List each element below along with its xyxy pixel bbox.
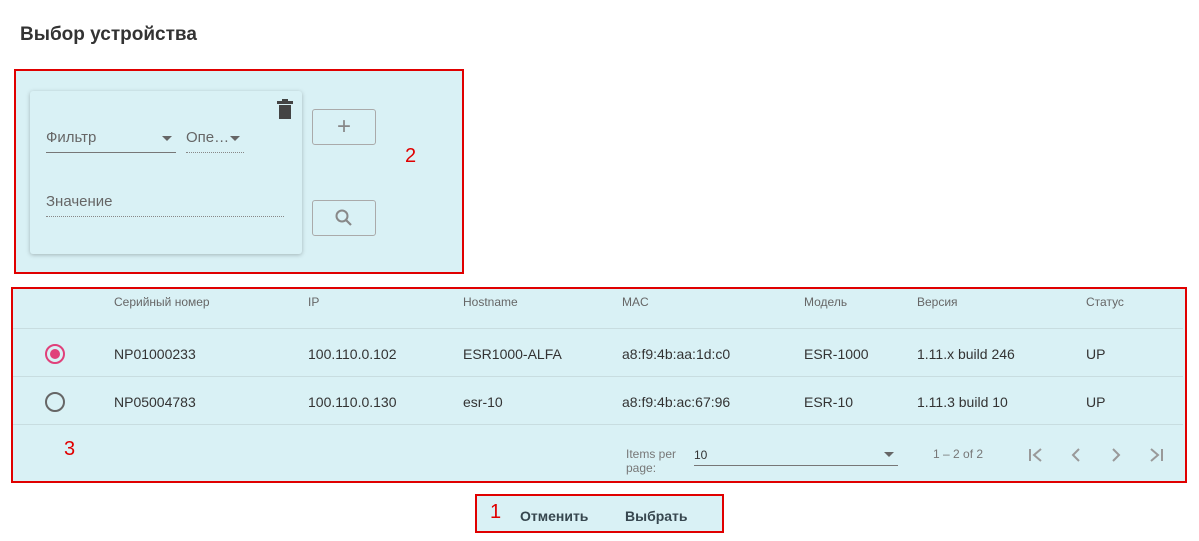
- first-page-icon: [1029, 448, 1042, 462]
- cell-serial: NP05004783: [114, 394, 196, 410]
- cell-hostname: esr-10: [463, 394, 503, 410]
- plus-icon: +: [336, 113, 351, 140]
- row-radio[interactable]: [45, 392, 65, 412]
- column-header-ip[interactable]: IP: [308, 295, 319, 309]
- cell-hostname: ESR1000-ALFA: [463, 346, 562, 362]
- next-page-button[interactable]: [1104, 443, 1128, 467]
- chevron-down-icon: [230, 136, 240, 141]
- cell-version: 1.11.x build 246: [917, 346, 1015, 362]
- annotation-2: 2: [405, 145, 417, 167]
- first-page-button[interactable]: [1024, 443, 1048, 467]
- last-page-icon: [1150, 448, 1163, 462]
- filter-region: Фильтр Опе… Значение +: [14, 69, 464, 274]
- row-divider: [13, 376, 1183, 377]
- column-header-status[interactable]: Статус: [1086, 295, 1124, 309]
- previous-page-button[interactable]: [1064, 443, 1088, 467]
- header-divider: [13, 328, 1183, 329]
- filter-select[interactable]: Фильтр: [46, 127, 176, 153]
- column-header-mac[interactable]: MAC: [622, 295, 649, 309]
- cell-model: ESR-10: [804, 394, 854, 410]
- row-divider: [13, 424, 1183, 425]
- cancel-button[interactable]: Отменить: [520, 508, 588, 524]
- value-input-placeholder: Значение: [46, 193, 113, 210]
- chevron-down-icon: [162, 136, 172, 141]
- column-header-hostname[interactable]: Hostname: [463, 295, 518, 309]
- cell-mac: a8:f9:4b:aa:1d:c0: [622, 346, 731, 362]
- filter-card: Фильтр Опе… Значение: [30, 91, 302, 254]
- operator-select[interactable]: Опе…: [186, 127, 244, 153]
- annotation-3: 3: [64, 438, 76, 460]
- items-per-page-label: Items per page:: [626, 447, 677, 475]
- trash-icon[interactable]: [276, 99, 294, 119]
- device-selection-page: Выбор устройства Фильтр Опе… Значение + …: [0, 0, 1199, 541]
- cell-serial: NP01000233: [114, 346, 196, 362]
- column-header-serial[interactable]: Серийный номер: [114, 295, 210, 309]
- cell-ip: 100.110.0.130: [308, 394, 397, 410]
- items-per-page-select[interactable]: 10: [694, 446, 898, 466]
- search-button[interactable]: [312, 200, 376, 236]
- operator-select-label: Опе…: [186, 129, 230, 146]
- column-header-model[interactable]: Модель: [804, 295, 847, 309]
- annotation-1: 1: [490, 501, 502, 523]
- items-per-page-value: 10: [694, 448, 708, 462]
- search-icon: [335, 209, 352, 226]
- chevron-down-icon: [884, 452, 894, 457]
- dialog-actions: 1 Отменить Выбрать: [475, 494, 724, 533]
- last-page-button[interactable]: [1144, 443, 1168, 467]
- cell-version: 1.11.3 build 10: [917, 394, 1008, 410]
- chevron-left-icon: [1071, 448, 1080, 462]
- cell-model: ESR-1000: [804, 346, 869, 362]
- select-button[interactable]: Выбрать: [625, 508, 688, 524]
- cell-ip: 100.110.0.102: [308, 346, 397, 362]
- value-input[interactable]: Значение: [46, 191, 284, 217]
- device-table: Серийный номер IP Hostname MAC Модель Ве…: [11, 287, 1187, 483]
- chevron-right-icon: [1112, 448, 1121, 462]
- page-title: Выбор устройства: [20, 24, 197, 45]
- row-radio-selected[interactable]: [45, 344, 65, 364]
- filter-select-label: Фильтр: [46, 129, 97, 146]
- cell-status: UP: [1086, 394, 1106, 410]
- cell-mac: a8:f9:4b:ac:67:96: [622, 394, 731, 410]
- pagination-range: 1 – 2 of 2: [933, 447, 984, 461]
- add-filter-button[interactable]: +: [312, 109, 376, 145]
- cell-status: UP: [1086, 346, 1106, 362]
- column-header-version[interactable]: Версия: [917, 295, 958, 309]
